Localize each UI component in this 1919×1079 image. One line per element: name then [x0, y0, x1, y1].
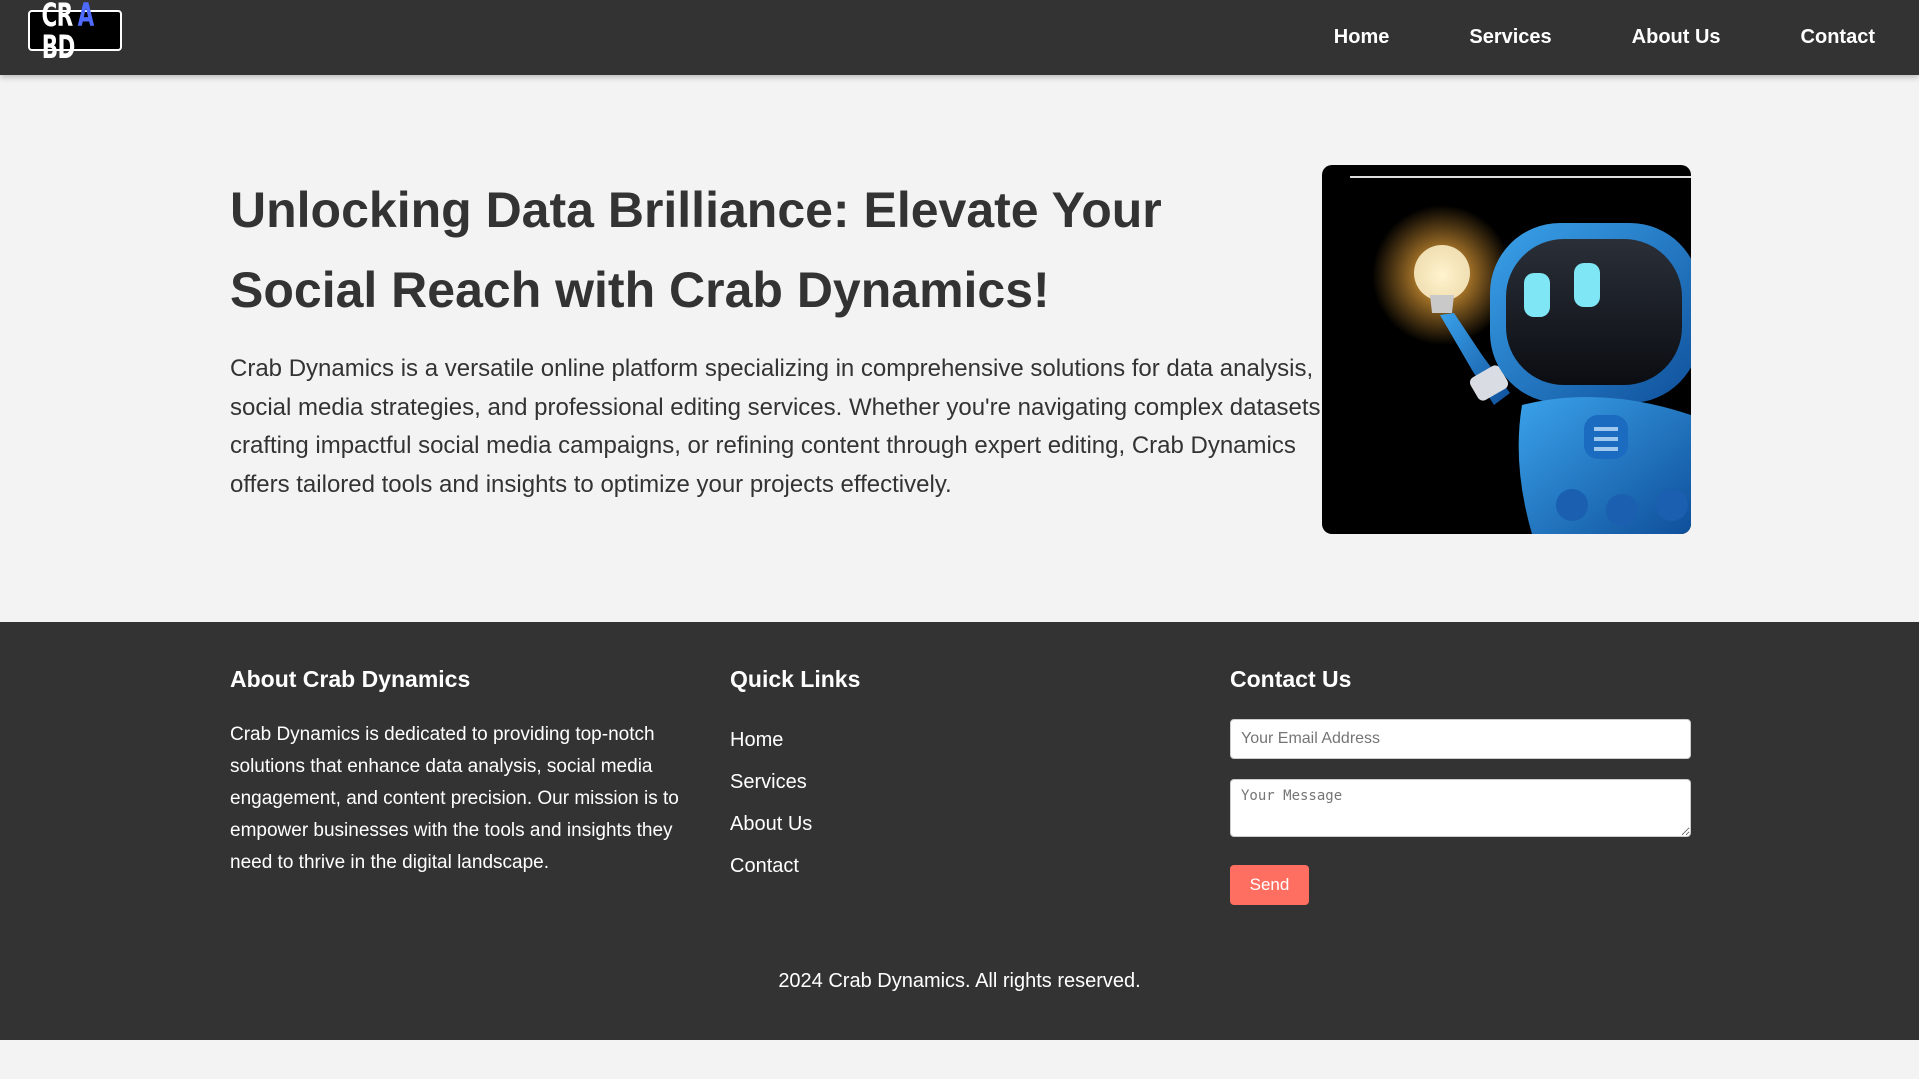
- footer-link-about-us[interactable]: About Us: [730, 803, 1030, 845]
- crabd-logo[interactable]: CR ABD: [28, 0, 122, 63]
- robot-holding-lightbulb-icon: [1350, 176, 1691, 534]
- footer-contact: Contact Us Send: [1230, 666, 1691, 905]
- email-input[interactable]: [1230, 719, 1691, 759]
- nav-home[interactable]: Home: [1334, 26, 1390, 49]
- footer-link-home[interactable]: Home: [730, 719, 1030, 761]
- logo-part-accent: A: [77, 0, 95, 34]
- footer-links-heading: Quick Links: [730, 666, 861, 692]
- footer-link-contact[interactable]: Contact: [730, 845, 1030, 887]
- footer-contact-heading: Contact Us: [1230, 666, 1352, 692]
- top-navbar: CR ABD Home Services About Us Contact: [0, 0, 1919, 75]
- footer-about: About Crab Dynamics Crab Dynamics is ded…: [230, 666, 690, 879]
- footer-about-text: Crab Dynamics is dedicated to providing …: [230, 724, 679, 873]
- nav-contact[interactable]: Contact: [1801, 26, 1875, 49]
- site-footer: About Crab Dynamics Crab Dynamics is ded…: [0, 622, 1919, 1040]
- copyright-text: 2024 Crab Dynamics. All rights reserved.: [778, 970, 1141, 992]
- send-button[interactable]: Send: [1230, 865, 1309, 905]
- nav-about-us[interactable]: About Us: [1632, 26, 1721, 49]
- hero-description: Crab Dynamics is a versatile online plat…: [230, 355, 1328, 498]
- logo-part-3: BD: [41, 27, 76, 66]
- message-textarea[interactable]: [1230, 779, 1691, 837]
- footer-about-heading: About Crab Dynamics: [230, 666, 471, 692]
- logo-text: CR ABD: [38, 0, 112, 63]
- footer-link-services[interactable]: Services: [730, 761, 1030, 803]
- hero-title: Unlocking Data Brilliance: Elevate Your …: [230, 182, 1162, 318]
- nav-services[interactable]: Services: [1469, 26, 1551, 49]
- hero-image: [1322, 165, 1691, 534]
- footer-quick-links: Quick Links Home Services About Us Conta…: [730, 666, 1030, 887]
- main-nav: Home Services About Us Contact: [1254, 0, 1875, 75]
- logo-part-1: CR: [41, 0, 74, 34]
